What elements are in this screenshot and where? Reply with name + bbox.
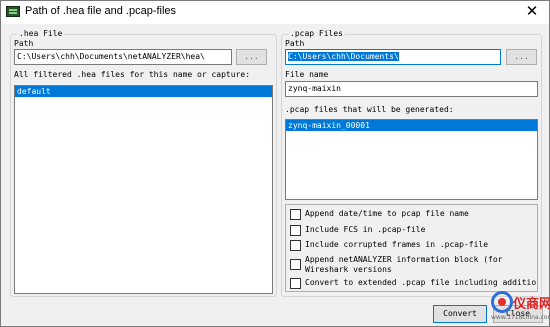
- include-fcs-label: Include FCS in .pcap-file: [305, 225, 426, 234]
- hea-path-input[interactable]: C:\Users\chh\Documents\netANALYZER\hea\: [14, 49, 232, 65]
- hea-path-label: Path: [14, 39, 34, 48]
- include-corrupted-label: Include corrupted frames in .pcap-file: [305, 240, 489, 249]
- hea-file-group: .hea File Path C:\Users\chh\Documents\ne…: [10, 29, 277, 297]
- close-window-icon[interactable]: ✕: [523, 3, 541, 21]
- include-fcs-checkbox[interactable]: [290, 225, 301, 236]
- title-bar: Path of .hea file and .pcap-files ✕: [1, 1, 549, 24]
- filename-input[interactable]: zynq-maixin: [285, 81, 538, 97]
- append-datetime-label: Append date/time to pcap file name: [305, 209, 469, 218]
- list-item[interactable]: zynq-maixin_00001: [286, 120, 537, 131]
- append-info-block-checkbox[interactable]: [290, 259, 301, 270]
- convert-button[interactable]: Convert: [433, 305, 487, 323]
- pcap-files-group: .pcap Files Path C:\Users\chh\Documents\…: [281, 29, 542, 297]
- watermark-logo-icon: [491, 291, 513, 313]
- convert-extended-label: Convert to extended .pcap file including…: [305, 278, 537, 287]
- window-title: Path of .hea file and .pcap-files: [25, 5, 177, 17]
- app-icon: [6, 6, 20, 17]
- append-datetime-checkbox[interactable]: [290, 209, 301, 220]
- watermark-logo: 仪商网 www.1718china.com: [491, 289, 550, 326]
- pcap-browse-button[interactable]: ...: [506, 49, 537, 65]
- hea-group-legend: .hea File: [17, 29, 65, 39]
- filename-label: File name: [285, 70, 329, 79]
- include-corrupted-checkbox[interactable]: [290, 240, 301, 251]
- append-info-block-label: Append netANALYZER information block (fo…: [305, 255, 503, 274]
- generated-files-label: .pcap files that will be generated:: [285, 105, 454, 114]
- hea-list-label: All filtered .hea files for this name or…: [14, 70, 251, 79]
- hea-file-list[interactable]: default: [14, 85, 273, 294]
- pcap-path-input[interactable]: C:\Users\chh\Documents\: [285, 49, 501, 65]
- pcap-group-legend: .pcap Files: [288, 29, 345, 39]
- pcap-path-label: Path: [285, 39, 305, 48]
- watermark-url: www.1718china.com: [491, 314, 550, 321]
- watermark-text: 仪商网: [513, 297, 550, 312]
- hea-browse-button[interactable]: ...: [236, 49, 267, 65]
- convert-extended-checkbox[interactable]: [290, 278, 301, 289]
- dialog-window: Path of .hea file and .pcap-files ✕ .hea…: [0, 0, 550, 327]
- list-item[interactable]: default: [15, 86, 272, 97]
- pcap-path-value: C:\Users\chh\Documents\: [288, 52, 399, 61]
- generated-files-list[interactable]: zynq-maixin_00001: [285, 119, 538, 200]
- options-panel: Append date/time to pcap file name Inclu…: [285, 204, 538, 292]
